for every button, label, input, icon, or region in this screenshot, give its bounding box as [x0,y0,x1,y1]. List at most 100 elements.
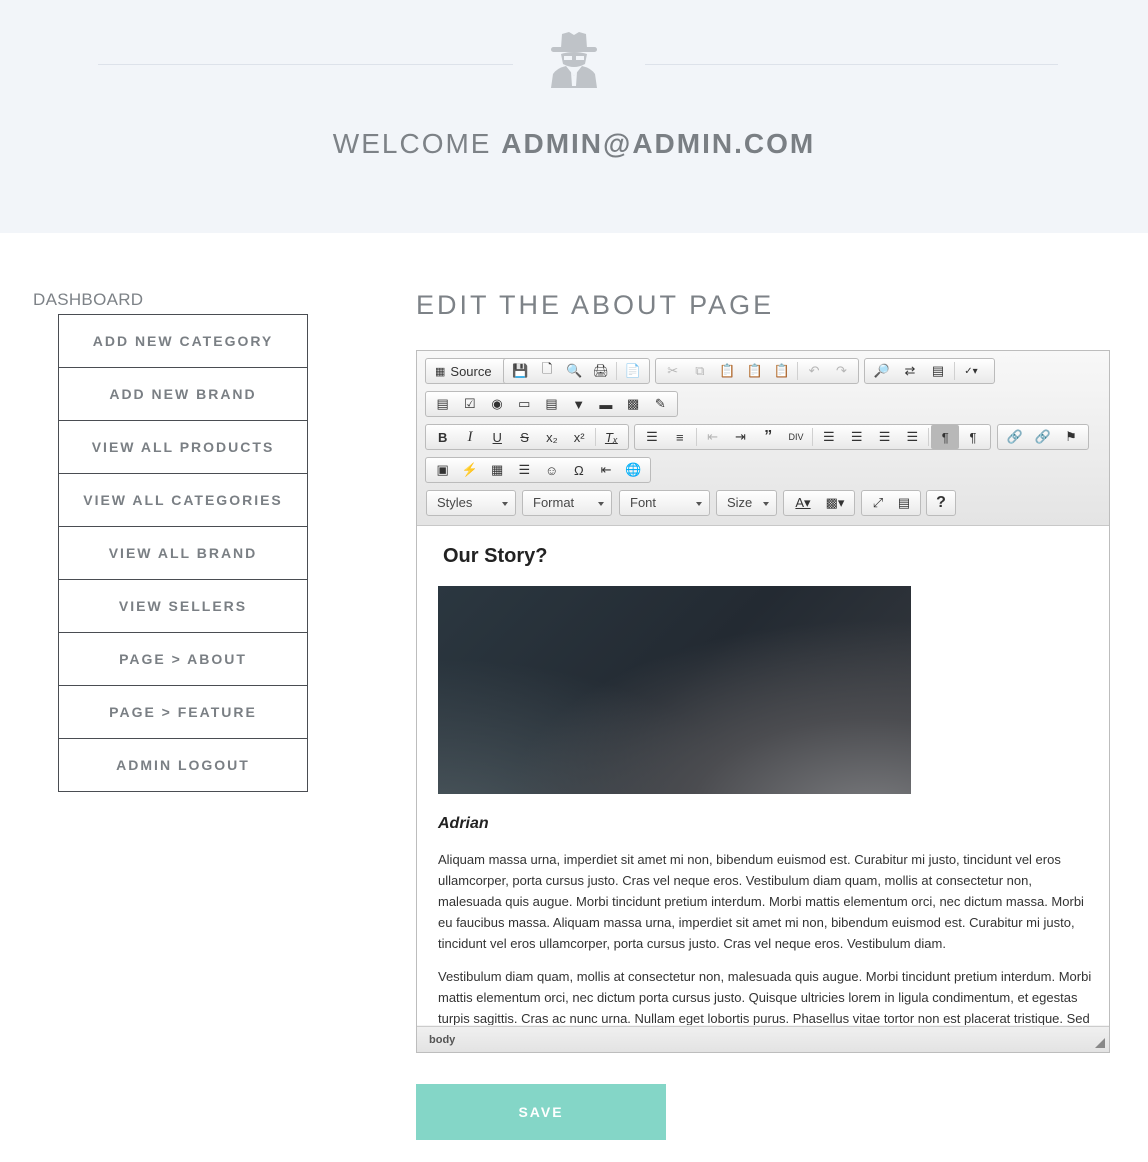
cut-icon[interactable]: ✂ [659,359,686,383]
remove-format-icon[interactable]: Tₓ [598,425,625,449]
italic-icon[interactable]: I [456,425,483,449]
save-doc-icon[interactable]: 💾 [507,359,534,383]
align-justify-icon[interactable]: ☰ [898,425,926,449]
preview-icon[interactable]: 🔍 [561,359,588,383]
maximize-icon[interactable]: ⤢ [865,491,891,515]
button-field-icon[interactable]: ▬ [592,392,619,416]
horizontal-rule-icon[interactable]: ☰ [511,458,538,482]
content-author: Adrian [438,815,489,832]
sidebar-item-page-feature[interactable]: PAGE > FEATURE [58,685,308,739]
editor-content-area[interactable]: Our Story? Adrian Aliquam massa urna, im… [417,526,1109,1025]
text-field-icon[interactable]: ▭ [511,392,538,416]
numbered-list-icon[interactable]: ☰ [638,425,666,449]
spy-icon [551,32,597,88]
create-div-icon[interactable]: DIV [782,425,810,449]
show-blocks-icon[interactable]: ▤ [891,491,917,515]
table-icon[interactable]: ▦ [484,458,511,482]
size-dropdown[interactable]: Size [716,490,777,516]
toolbar-group-basicstyles: B I U S x₂ x² Tₓ [425,424,629,450]
element-path[interactable]: body [429,1034,455,1046]
image-icon[interactable]: ▣ [429,458,456,482]
source-button[interactable]: ▦ Source [429,359,498,383]
bold-icon[interactable]: B [429,425,456,449]
sidebar-menu: ADD NEW CATEGORY ADD NEW BRAND VIEW ALL … [58,314,308,792]
format-dropdown[interactable]: Format [522,490,612,516]
sidebar-item-add-new-category[interactable]: ADD NEW CATEGORY [58,314,308,368]
rtl-icon[interactable]: ¶ [959,425,987,449]
rich-text-editor: ▦ Source 💾 🗋 🔍 🖨 📄 ✂ ⧉ 📋 📋 📋 ↶ ↷ 🔎 ⇄ ▤ ✓▾ [416,350,1110,1053]
chevron-down-icon [598,502,604,506]
header-banner: WELCOME ADMIN@ADMIN.COM [0,0,1148,233]
new-page-icon[interactable]: 🗋 [534,359,561,383]
toolbar-separator [594,428,596,446]
indent-icon[interactable]: ⇥ [726,425,754,449]
outdent-icon[interactable]: ⇤ [699,425,727,449]
templates-icon[interactable]: 📄 [619,359,646,383]
smiley-icon[interactable]: ☺ [538,458,565,482]
welcome-user: ADMIN@ADMIN.COM [501,128,816,159]
select-field-icon[interactable]: ▼ [565,392,592,416]
bulleted-list-icon[interactable]: ≡ [666,425,694,449]
paste-icon[interactable]: 📋 [714,359,741,383]
paste-text-icon[interactable]: 📋 [741,359,768,383]
sidebar-item-view-all-products[interactable]: VIEW ALL PRODUCTS [58,420,308,474]
flash-icon[interactable]: ⚡ [456,458,483,482]
form-icon[interactable]: ▤ [429,392,456,416]
find-icon[interactable]: 🔎 [868,359,896,383]
background-color-icon[interactable]: ▩▾ [819,491,851,515]
paste-word-icon[interactable]: 📋 [768,359,795,383]
toolbar-group-forms: ▤ ☑ ◉ ▭ ▤ ▼ ▬ ▩ ✎ [425,391,678,417]
blockquote-icon[interactable]: ” [754,425,782,449]
help-button[interactable]: ? [927,491,955,515]
header-divider-right [645,64,1058,65]
header-divider-left [98,64,513,65]
sidebar-item-add-new-brand[interactable]: ADD NEW BRAND [58,367,308,421]
toolbar-group-document: ▦ Source [425,358,509,384]
spellcheck-icon[interactable]: ✓▾ [957,359,985,383]
sidebar-item-admin-logout[interactable]: ADMIN LOGOUT [58,738,308,792]
font-dropdown[interactable]: Font [619,490,710,516]
radio-icon[interactable]: ◉ [483,392,510,416]
text-color-icon[interactable]: A▾ [787,491,819,515]
welcome-message: WELCOME ADMIN@ADMIN.COM [0,128,1148,160]
subscript-icon[interactable]: x₂ [538,425,565,449]
select-all-icon[interactable]: ▤ [924,359,952,383]
unlink-icon[interactable]: 🔗 [1029,425,1057,449]
sidebar-item-page-about[interactable]: PAGE > ABOUT [58,632,308,686]
styles-label: Styles [437,495,473,510]
copy-icon[interactable]: ⧉ [686,359,713,383]
align-left-icon[interactable]: ☰ [815,425,843,449]
checkbox-icon[interactable]: ☑ [456,392,483,416]
save-button[interactable]: SAVE [416,1084,666,1140]
resize-grip-icon[interactable] [1095,1038,1105,1048]
sidebar-item-view-all-categories[interactable]: VIEW ALL CATEGORIES [58,473,308,527]
anchor-icon[interactable]: ⚑ [1057,425,1085,449]
chevron-down-icon [763,502,769,506]
content-paragraph: Aliquam massa urna, imperdiet sit amet m… [438,852,1084,951]
sidebar-title: DASHBOARD [33,290,144,309]
hidden-field-icon[interactable]: ✎ [647,392,674,416]
textarea-icon[interactable]: ▤ [538,392,565,416]
print-icon[interactable]: 🖨 [587,359,614,383]
replace-icon[interactable]: ⇄ [896,359,924,383]
font-label: Font [630,495,657,510]
special-char-icon[interactable]: Ω [565,458,592,482]
sidebar-item-view-sellers[interactable]: VIEW SELLERS [58,579,308,633]
toolbar-separator [695,428,697,446]
link-icon[interactable]: 🔗 [1001,425,1029,449]
styles-dropdown[interactable]: Styles [426,490,516,516]
align-right-icon[interactable]: ☰ [871,425,899,449]
underline-icon[interactable]: U [484,425,511,449]
sidebar-item-view-all-brand[interactable]: VIEW ALL BRAND [58,526,308,580]
page-break-icon[interactable]: ⇤ [593,458,620,482]
iframe-icon[interactable]: 🌐 [620,458,647,482]
toolbar-group-editing: 🔎 ⇄ ▤ ✓▾ [864,358,995,384]
redo-icon[interactable]: ↷ [828,359,855,383]
image-button-icon[interactable]: ▩ [620,392,647,416]
welcome-prefix: WELCOME [332,128,502,159]
ltr-icon[interactable]: ¶ [931,425,960,449]
undo-icon[interactable]: ↶ [800,359,827,383]
align-center-icon[interactable]: ☰ [843,425,871,449]
superscript-icon[interactable]: x² [565,425,592,449]
strike-icon[interactable]: S [511,425,538,449]
